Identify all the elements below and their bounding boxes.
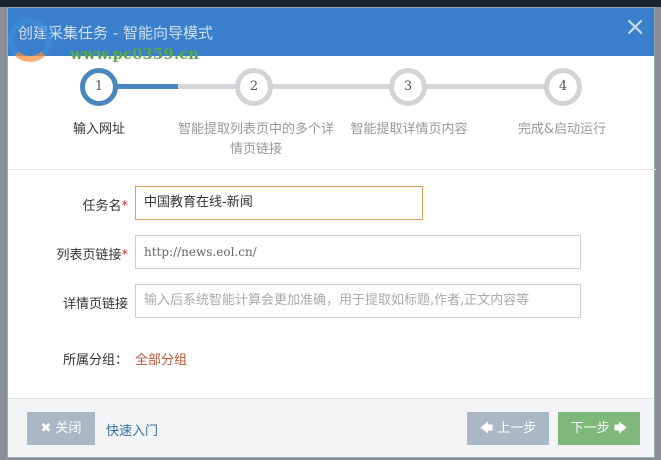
step-3-circle: 3 — [389, 68, 427, 106]
close-icon[interactable]: × — [624, 12, 646, 42]
step-1-circle: 1 — [80, 68, 118, 106]
watermark-logo-icon — [8, 18, 52, 62]
prev-step-button[interactable]: 🡄 上一步 — [467, 412, 549, 445]
step-progress: 1 2 3 4 输入网址 智能提取列表页中的多个详情页链接 智能提取详情页内容 … — [8, 60, 656, 170]
step-4-circle: 4 — [544, 68, 582, 106]
list-url-label: 列表页链接* — [56, 244, 128, 263]
next-step-button[interactable]: 下一步 🡆 — [558, 412, 640, 445]
label-text: 任务名 — [82, 199, 122, 214]
required-mark: * — [121, 248, 129, 263]
watermark: www.pc0359.cn — [70, 45, 200, 63]
close-button[interactable]: ✖ 关闭 — [27, 412, 95, 445]
task-name-label: 任务名* — [82, 195, 128, 214]
group-select-link[interactable]: 全部分组 — [135, 349, 187, 368]
list-url-input[interactable]: http://news.eol.cn/ — [135, 235, 581, 269]
step-4-label: 完成&启动运行 — [517, 122, 607, 137]
progress-line-done — [113, 84, 178, 89]
step-2-circle: 2 — [235, 68, 273, 106]
detail-url-input[interactable]: 输入后系统智能计算会更加准确，用于提取如标题,作者,正文内容等 — [135, 284, 581, 318]
required-mark: * — [121, 199, 129, 214]
dialog-footer: ✖ 关闭 快速入门 🡄 上一步 下一步 🡆 — [8, 398, 654, 457]
quick-start-link[interactable]: 快速入门 — [106, 420, 158, 439]
group-label: 所属分组： — [62, 353, 128, 368]
task-name-input[interactable]: 中国教育在线-新闻 — [135, 186, 423, 220]
detail-url-label: 详情页链接 — [62, 297, 128, 312]
background-bar — [0, 0, 661, 7]
step-3-label: 智能提取详情页内容 — [350, 122, 468, 137]
label-text: 列表页链接 — [56, 248, 122, 263]
progress-line-todo — [178, 84, 548, 89]
step-2-label: 智能提取列表页中的多个详情页链接 — [177, 122, 334, 157]
step-1-label: 输入网址 — [72, 122, 125, 137]
wizard-dialog: 创建采集任务 - 智能向导模式 × 1 2 3 4 输入网址 智能提取列表页中的… — [7, 7, 656, 458]
